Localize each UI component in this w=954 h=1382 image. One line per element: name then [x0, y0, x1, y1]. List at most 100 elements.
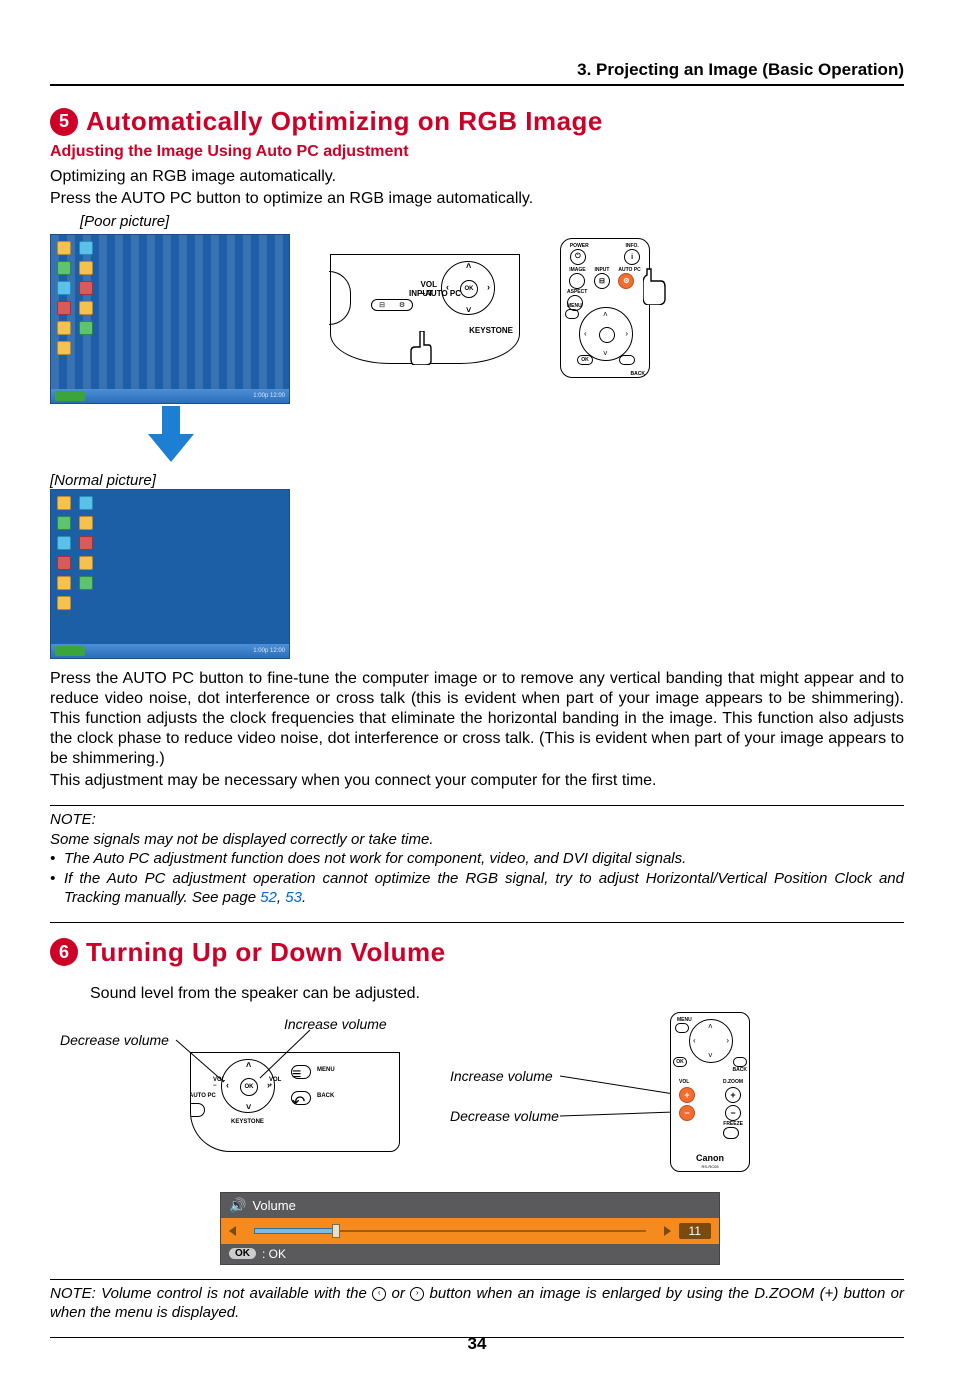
back-label-r2: BACK: [733, 1067, 747, 1073]
osd-volume: 🔊 Volume 11 OK : OK: [220, 1192, 720, 1265]
keystone-label: KEYSTONE: [469, 326, 513, 335]
freeze-button-icon: [723, 1127, 739, 1139]
volume-remote-illustration: Increase volume Decrease volume MENU ˄ ˅…: [450, 1012, 750, 1182]
ok-button-p2-icon: OK: [240, 1078, 258, 1096]
back-label-p2: BACK: [317, 1093, 334, 1099]
dec-volume-label-1: Decrease volume: [60, 1032, 169, 1048]
section5-number-icon: 5: [50, 108, 78, 136]
section5-para2: This adjustment may be necessary when yo…: [50, 771, 904, 791]
inc-volume-label-1: Increase volume: [284, 1016, 387, 1032]
vol-minus-highlight-icon: −: [679, 1105, 695, 1121]
note-line1: Some signals may not be displayed correc…: [50, 830, 904, 850]
power-label: POWER: [570, 243, 589, 249]
section6-title-row: 6 Turning Up or Down Volume: [50, 937, 904, 968]
poor-picture-caption: [Poor picture]: [80, 213, 904, 230]
section5-subheading: Adjusting the Image Using Auto PC adjust…: [50, 143, 904, 161]
ok-button-r2-icon: OK: [673, 1057, 687, 1067]
menu-button-r2-icon: [675, 1023, 689, 1033]
note-b2-pre: If the Auto PC adjustment operation cann…: [64, 870, 904, 907]
dec-volume-label-2: Decrease volume: [450, 1108, 559, 1124]
dpad-icon: OK ˄ ˅ ‹ ›: [441, 261, 495, 315]
menu-button-icon: [565, 309, 579, 319]
normal-picture-caption: [Normal picture]: [50, 472, 290, 489]
osd-ok-pill-icon: OK: [229, 1248, 256, 1259]
vol-label-r2: VOL: [679, 1079, 689, 1085]
freeze-label: FREEZE: [723, 1121, 743, 1127]
divider-2: [50, 922, 904, 923]
vol-note-mid: or: [391, 1285, 410, 1302]
page-number: 34: [0, 1334, 954, 1354]
keystone-label-p2: KEYSTONE: [231, 1119, 264, 1125]
projector-top-panel-illustration: OK ˄ ˅ ‹ › INPUT AUTO PC VOL − ⊟ ⚙ KEYST…: [330, 254, 520, 364]
remote-top-illustration: POWER⏻ INFO.i IMAGE INPUT⊟ AUTO PC⚙ ASPE…: [560, 238, 650, 378]
osd-slider-left-tri-icon: [229, 1226, 236, 1236]
inline-left-button-icon: ‹: [372, 1287, 386, 1301]
section5-title-row: 5 Automatically Optimizing on RGB Image: [50, 106, 904, 137]
menu-label-p2: MENU: [317, 1067, 335, 1073]
note-lead: NOTE:: [50, 810, 904, 830]
section5-line2: Press the AUTO PC button to optimize an …: [50, 189, 904, 209]
divider: [50, 805, 904, 806]
info-label: INFO.: [624, 243, 640, 249]
remote-dpad-icon: ˄ ˅ ‹ ›: [579, 307, 633, 361]
divider-3: [50, 1279, 904, 1280]
image-button-icon: [569, 273, 585, 289]
dzoom-minus-icon: −: [725, 1105, 741, 1121]
menu-pill-icon: ≡: [291, 1065, 311, 1079]
autopc-button-highlight-icon: ⚙: [618, 273, 634, 289]
vol-minus-label-p2: VOL −: [213, 1077, 225, 1089]
back-button-r2-icon: [733, 1057, 747, 1067]
page-link-53[interactable]: 53: [285, 889, 302, 906]
ok-button-icon: OK: [460, 280, 478, 298]
remote-model: RS-RC05: [671, 1164, 749, 1169]
osd-volume-title: Volume: [252, 1198, 295, 1213]
vol-plus-label-p2: VOL +: [269, 1077, 281, 1089]
section5-line1: Optimizing an RGB image automatically.: [50, 167, 904, 187]
vol-note-pre: NOTE: Volume control is not available wi…: [50, 1285, 372, 1302]
vol-plus-highlight-icon: +: [679, 1087, 695, 1103]
pointing-finger-icon: [407, 331, 437, 365]
volume-panel-illustration: Decrease volume Increase volume AUTO PC …: [80, 1012, 410, 1182]
normal-picture-illustration: 1:00p 12:00: [50, 489, 290, 659]
info-button-icon: i: [624, 249, 640, 265]
section6-intro: Sound level from the speaker can be adju…: [90, 984, 904, 1004]
back-button-r-icon: [619, 355, 635, 365]
image-label: IMAGE: [569, 267, 585, 273]
back-pill-icon: ↶: [291, 1091, 311, 1105]
tray-text: 1:00p 12:00: [253, 393, 285, 399]
menu-label-r2: MENU: [677, 1017, 692, 1023]
ok-button-r-icon: OK: [577, 355, 593, 365]
remote-dpad2-icon: ˄ ˅ ‹ ›: [689, 1019, 733, 1063]
section6-number-icon: 6: [50, 938, 78, 966]
dzoom-plus-icon: +: [725, 1087, 741, 1103]
note-b2-post: .: [302, 889, 306, 906]
tray-text-2: 1:00p 12:00: [253, 648, 285, 654]
input-button-icon: ⊟: [594, 273, 610, 289]
section5-title: Automatically Optimizing on RGB Image: [86, 106, 603, 137]
section6-title: Turning Up or Down Volume: [86, 937, 446, 968]
osd-volume-value: 11: [679, 1223, 711, 1239]
section5-para1: Press the AUTO PC button to fine-tune th…: [50, 669, 904, 769]
speaker-icon: 🔊: [229, 1197, 246, 1214]
input-label-r: INPUT: [594, 267, 610, 273]
osd-volume-slider[interactable]: [244, 1227, 656, 1235]
remote-brand: Canon: [671, 1153, 749, 1163]
power-button-icon: ⏻: [570, 249, 586, 265]
dzoom-label-r2: D.ZOOM: [723, 1079, 743, 1085]
note-bullet2: If the Auto PC adjustment operation cann…: [64, 869, 904, 908]
osd-slider-right-tri-icon: [664, 1226, 671, 1236]
vol-minus-label: VOL −: [421, 280, 437, 298]
aspect-label: ASPECT: [567, 289, 587, 295]
poor-picture-illustration: 1:00p 12:00: [50, 234, 290, 404]
osd-ok-label: : OK: [262, 1247, 286, 1261]
note-b2-sep: ,: [277, 889, 285, 906]
autopc-label-p2: AUTO PC: [190, 1093, 216, 1099]
dpad2-icon: OK ˄ ˅ ‹ ›: [221, 1059, 275, 1113]
pointing-finger-remote-icon: [643, 267, 667, 305]
inline-right-button-icon: ›: [410, 1287, 424, 1301]
page-link-52[interactable]: 52: [260, 889, 277, 906]
chapter-header: 3. Projecting an Image (Basic Operation): [50, 60, 904, 86]
arrow-down-icon: [148, 406, 194, 468]
note-bullet1: The Auto PC adjustment function does not…: [64, 849, 904, 869]
inc-volume-label-2: Increase volume: [450, 1068, 553, 1084]
